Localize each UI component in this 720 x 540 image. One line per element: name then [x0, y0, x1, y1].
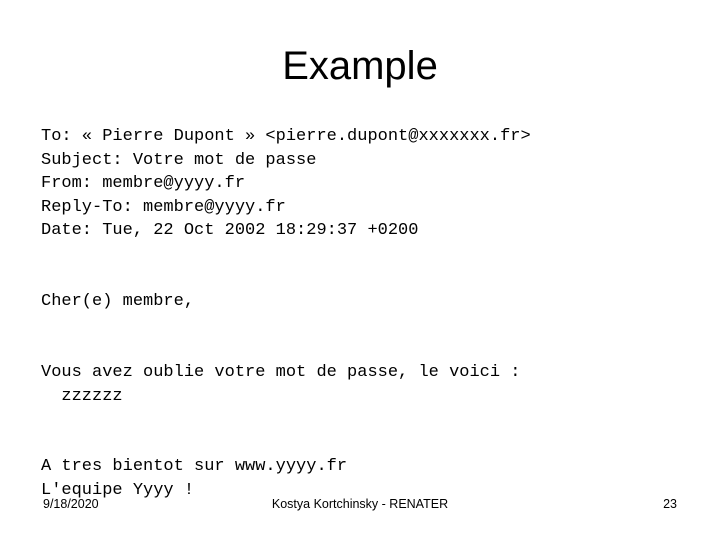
page-title: Example: [282, 44, 438, 88]
body-line-blank: [41, 408, 681, 432]
body-line-blank: [41, 243, 681, 267]
body-line-blank: [41, 267, 681, 291]
email-body-text: To: « Pierre Dupont » <pierre.dupont@xxx…: [41, 125, 681, 503]
footer-page-number: 23: [663, 497, 677, 511]
body-line: Cher(e) membre,: [41, 292, 195, 312]
presentation-slide: Example To: « Pierre Dupont » <pierre.du…: [0, 0, 720, 540]
body-line-blank: [41, 314, 681, 338]
body-line: From: membre@yyyy.fr: [41, 174, 246, 194]
body-line-blank: [41, 432, 681, 456]
footer-attribution: Kostya Kortchinsky - RENATER: [271, 497, 449, 511]
body-line: To: « Pierre Dupont » <pierre.dupont@xxx…: [41, 127, 531, 146]
body-line: Subject: Votre mot de passe: [41, 150, 317, 170]
body-line: zzzzzz: [41, 386, 123, 406]
body-line: Vous avez oublie votre mot de passe, le …: [41, 362, 521, 382]
body-line: Reply-To: membre@yyyy.fr: [41, 197, 286, 217]
slide-footer: 9/18/2020 Kostya Kortchinsky - RENATER 2…: [0, 494, 720, 514]
body-line: A tres bientot sur www.yyyy.fr: [41, 457, 348, 477]
body-line: Date: Tue, 22 Oct 2002 18:29:37 +0200: [41, 221, 419, 241]
body-line-blank: [41, 337, 681, 361]
